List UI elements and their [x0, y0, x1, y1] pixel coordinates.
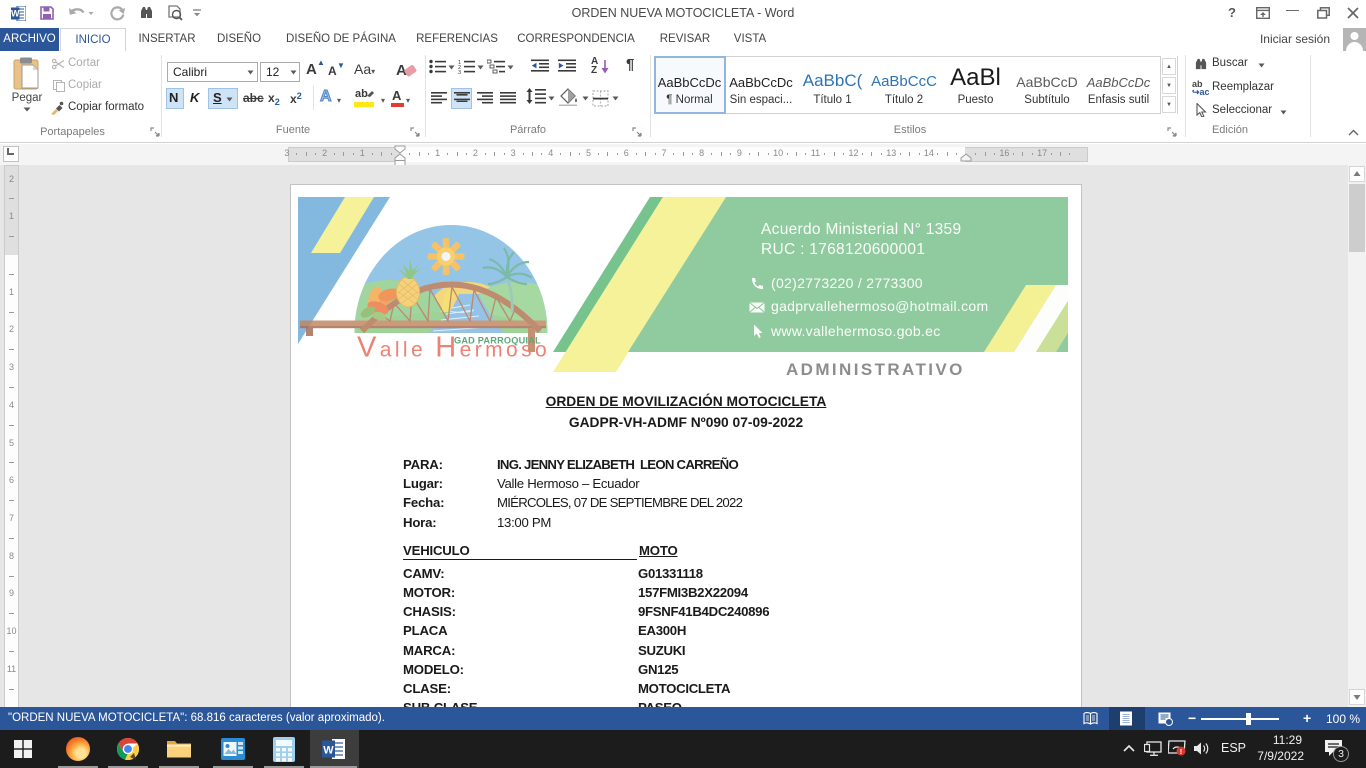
svg-text:3: 3 — [458, 70, 461, 74]
svg-text:W: W — [323, 745, 334, 757]
svg-text:!: ! — [1180, 747, 1183, 756]
